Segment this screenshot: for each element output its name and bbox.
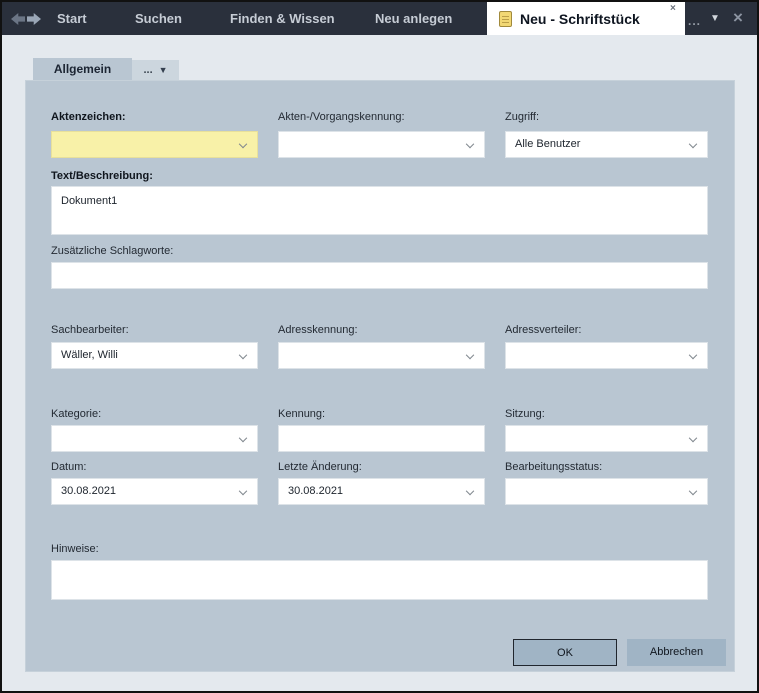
chevron-down-icon [689, 350, 697, 358]
text-beschreibung-label: Text/Beschreibung: [51, 170, 153, 182]
adresskennung-label: Adresskennung: [278, 324, 358, 336]
chevron-down-icon [466, 139, 474, 147]
tab-suchen[interactable]: Suchen [135, 2, 182, 35]
zugriff-label: Zugriff: [505, 111, 539, 123]
chevron-down-icon [689, 486, 697, 494]
adressverteiler-label: Adressverteiler: [505, 324, 581, 336]
chevron-down-icon [239, 139, 247, 147]
chevron-down-icon [689, 433, 697, 441]
tab-finden-wissen[interactable]: Finden & Wissen [230, 2, 335, 35]
datum-label: Datum: [51, 461, 86, 473]
sitzung-dropdown[interactable] [505, 425, 708, 452]
application-window: Start Suchen Finden & Wissen Neu anlegen… [0, 0, 759, 693]
chevron-down-icon: ▼ [159, 65, 168, 75]
nav-forward-icon[interactable] [27, 13, 41, 25]
top-tab-bar: Start Suchen Finden & Wissen Neu anlegen… [2, 2, 757, 35]
tab-list-dropdown-icon[interactable]: ▼ [710, 2, 720, 35]
sachbearbeiter-dropdown[interactable]: Wäller, Willi [51, 342, 258, 369]
adresskennung-dropdown[interactable] [278, 342, 485, 369]
adressverteiler-dropdown[interactable] [505, 342, 708, 369]
bearbeitungsstatus-dropdown[interactable] [505, 478, 708, 505]
chevron-down-icon [466, 350, 474, 358]
akten-vorgangskennung-label: Akten-/Vorgangskennung: [278, 111, 405, 123]
hinweise-textarea[interactable] [51, 560, 708, 600]
kennung-input[interactable] [278, 425, 485, 452]
zugriff-dropdown[interactable]: Alle Benutzer [505, 131, 708, 158]
tab-start[interactable]: Start [57, 2, 87, 35]
datum-dropdown[interactable]: 30.08.2021 [51, 478, 258, 505]
sitzung-label: Sitzung: [505, 408, 545, 420]
tab-neu-schriftstueck[interactable]: Neu - Schriftstück [487, 2, 685, 35]
schlagworte-input[interactable] [51, 262, 708, 289]
kennung-label: Kennung: [278, 408, 325, 420]
bearbeitungsstatus-label: Bearbeitungsstatus: [505, 461, 602, 473]
aktenzeichen-label: Aktenzeichen: [51, 111, 126, 123]
tab-close-icon[interactable]: × [670, 3, 676, 14]
chevron-down-icon [239, 433, 247, 441]
sachbearbeiter-label: Sachbearbeiter: [51, 324, 129, 336]
tab-allgemein[interactable]: Allgemein [33, 58, 132, 80]
cancel-button[interactable]: Abbrechen [627, 639, 726, 666]
form-tab-overflow[interactable]: ... ▼ [132, 60, 179, 80]
tab-overflow-dots: ... [688, 14, 701, 28]
schlagworte-label: Zusätzliche Schlagworte: [51, 245, 173, 257]
letzte-aenderung-label: Letzte Änderung: [278, 461, 362, 473]
nav-back-icon[interactable] [11, 13, 25, 25]
akten-vorgangskennung-dropdown[interactable] [278, 131, 485, 158]
ok-button[interactable]: OK [513, 639, 617, 666]
hinweise-label: Hinweise: [51, 543, 99, 555]
document-icon [499, 11, 512, 27]
text-beschreibung-textarea[interactable]: Dokument1 [51, 186, 708, 235]
close-icon[interactable]: × [733, 2, 743, 35]
kategorie-dropdown[interactable] [51, 425, 258, 452]
aktenzeichen-dropdown[interactable] [51, 131, 258, 158]
kategorie-label: Kategorie: [51, 408, 101, 420]
overflow-dots: ... [143, 65, 152, 75]
active-tab-label: Neu - Schriftstück [520, 11, 640, 27]
form-panel: Aktenzeichen: Akten-/Vorgangskennung: Zu… [25, 80, 735, 672]
tab-neu-anlegen[interactable]: Neu anlegen [375, 2, 452, 35]
letzte-aenderung-dropdown[interactable]: 30.08.2021 [278, 478, 485, 505]
